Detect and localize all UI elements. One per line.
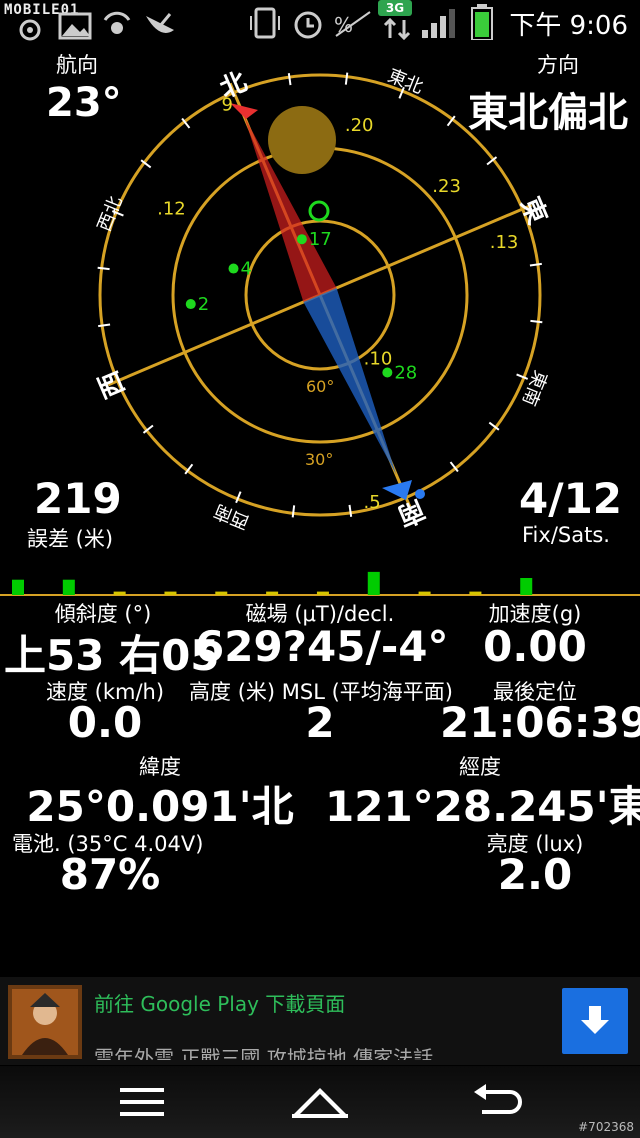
volte-icon: 3G (378, 0, 418, 40)
vibrate-icon (250, 7, 280, 39)
satellite-label: 28 (394, 362, 417, 383)
ad-game-thumbnail[interactable] (8, 985, 82, 1059)
north-arrow-icon (230, 103, 258, 119)
signal-bar (62, 579, 75, 595)
signal-bar (418, 591, 431, 595)
speed-value: 0.0 (67, 698, 143, 747)
satellite-label: 4 (241, 259, 252, 280)
satellite-label: .12 (157, 198, 186, 219)
compass-tick (291, 505, 296, 518)
ad-subtitle: 雲年外雲 正戰三國 攻城掠地 傳家法話 (94, 1046, 434, 1060)
ad-download-button[interactable] (562, 988, 628, 1054)
network-badge: 3G (378, 0, 412, 16)
download-arrow-icon (581, 1006, 609, 1034)
satellite-label: .5 (364, 492, 381, 513)
satellite-dot (228, 263, 239, 274)
sun-marker (268, 106, 336, 174)
mute-icon: % (334, 11, 371, 37)
compass-tick (97, 266, 110, 271)
compass-tick (529, 262, 542, 267)
signal-strength-bars (0, 571, 640, 596)
altitude-value: 2 (305, 698, 335, 747)
satellite-label: .10 (364, 349, 393, 370)
signal-bar (469, 591, 482, 595)
image-credit: #702368 (578, 1120, 634, 1134)
signal-bar (164, 591, 177, 595)
signal-bar (113, 591, 126, 595)
intercardinal-se: 東南 (518, 367, 551, 408)
signal-bar (215, 591, 228, 595)
signal-bar (12, 579, 24, 595)
accuracy-label: 誤差 (米) (27, 527, 114, 551)
lastfix-value: 21:06:39 (440, 698, 640, 747)
signal-bar (266, 591, 279, 595)
home-icon[interactable] (288, 1078, 352, 1124)
fix-sats-value: 4/12 (519, 474, 623, 523)
recent-apps-icon[interactable] (118, 1084, 166, 1120)
signal-icon (422, 9, 455, 38)
battery-value: 87% (59, 850, 161, 899)
signal-bar (367, 571, 380, 595)
satellite-dot (185, 299, 196, 310)
back-icon[interactable] (470, 1082, 526, 1122)
status-bar: MOBILE01 % 3G 下午 9:06 (0, 0, 640, 44)
fix-sats-label: Fix/Sats. (522, 523, 610, 547)
intercardinal-sw: 西南 (211, 500, 252, 533)
elevation-60-label: 60° (306, 377, 334, 396)
alarm-icon (294, 11, 322, 39)
light-value: 2.0 (497, 850, 573, 899)
signal-bar (316, 591, 329, 595)
compass-tick (344, 72, 349, 85)
satellite-label: 2 (198, 294, 209, 315)
gps-icon (19, 19, 41, 41)
satellite-dish-icon (146, 13, 174, 33)
satellite-dot (296, 234, 307, 245)
accel-value: 0.00 (483, 622, 587, 671)
elevation-30-label: 30° (305, 450, 333, 469)
satellite-label: 9 (222, 95, 233, 116)
satellite-label: 17 (309, 229, 332, 250)
longitude-value: 121°28.245'東 (325, 782, 640, 831)
compass-tick (530, 319, 543, 324)
compass-tick (348, 504, 353, 517)
battery-icon (471, 4, 493, 40)
ad-title[interactable]: 前往 Google Play 下載頁面 (94, 988, 345, 1017)
satellite-label: .13 (490, 232, 519, 253)
magnet-value: 629?45/-4° (195, 622, 449, 671)
compass-tick (287, 73, 292, 86)
sky-plot[interactable]: 60° 30° 北 東 南 西 東北 東南 西南 西北 174228.20.12… (70, 55, 570, 535)
satellite-label: .23 (432, 176, 461, 197)
accuracy-value: 219 (34, 474, 122, 523)
latitude-value: 25°0.091'北 (26, 782, 294, 831)
satellite-label: .20 (345, 115, 374, 136)
compass-tick (98, 323, 111, 328)
picture-icon (58, 12, 92, 40)
signal-bar (520, 578, 533, 595)
cardinal-east: 東 (514, 193, 552, 229)
nav-bar (0, 1066, 640, 1138)
tilt-value: 上53 右05 (4, 631, 220, 680)
fix-ring-marker (308, 200, 330, 222)
status-time: 下午 9:06 (509, 11, 628, 41)
wifi-ap-icon (103, 11, 131, 34)
